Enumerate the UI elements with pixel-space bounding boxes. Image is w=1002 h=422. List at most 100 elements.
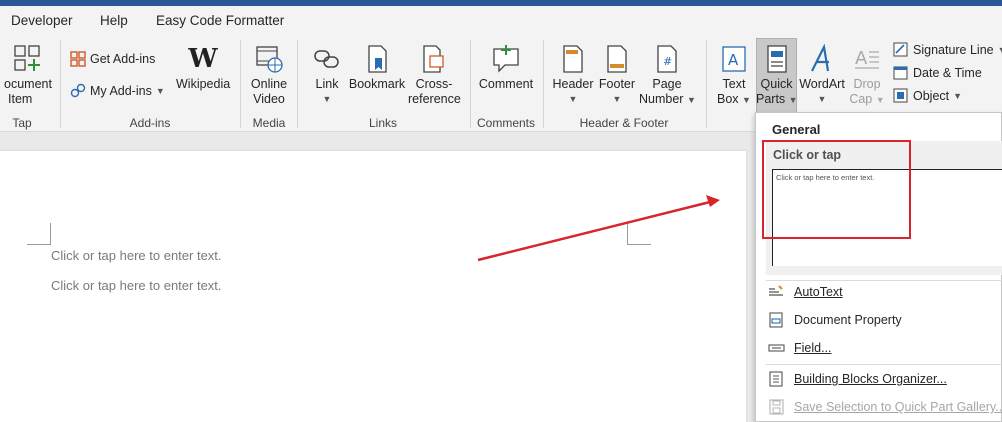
page-number-dropdown-icon: ▼ bbox=[686, 95, 696, 105]
document-item-icon bbox=[14, 45, 40, 71]
document-item-label-1: ocument bbox=[4, 77, 52, 91]
group-label-links: Links bbox=[368, 116, 397, 130]
comment-icon bbox=[493, 45, 519, 73]
text-box-dropdown-icon: ▼ bbox=[742, 95, 751, 105]
footer-dropdown-icon: ▼ bbox=[612, 94, 622, 104]
wordart-label: WordArt bbox=[799, 77, 845, 91]
wordart-button[interactable]: WordArt ▼ bbox=[799, 44, 845, 107]
menu-item-save-selection[interactable]: Save Selection to Quick Part Gallery... bbox=[768, 399, 1002, 415]
cross-reference-button[interactable]: Cross- reference bbox=[408, 44, 461, 107]
footer-icon bbox=[607, 45, 627, 73]
drop-cap-button[interactable]: A Drop Cap ▼ bbox=[848, 44, 886, 108]
svg-text:A: A bbox=[855, 48, 868, 69]
page-number-label-2: Number bbox=[639, 92, 684, 106]
header-button[interactable]: Header ▼ bbox=[551, 44, 595, 107]
group-separator bbox=[470, 40, 471, 128]
online-video-icon bbox=[256, 46, 283, 73]
autotext-label: AutoText bbox=[794, 285, 843, 299]
date-time-button[interactable]: Date & Time bbox=[893, 65, 982, 81]
field-icon bbox=[768, 344, 785, 352]
tab-help[interactable]: Help bbox=[100, 13, 128, 28]
calendar-icon bbox=[893, 66, 908, 80]
link-button[interactable]: Link ▼ bbox=[308, 44, 346, 107]
cross-reference-icon bbox=[423, 45, 444, 73]
object-icon bbox=[893, 88, 908, 103]
link-dropdown-icon: ▼ bbox=[322, 94, 332, 104]
comment-label: Comment bbox=[478, 77, 534, 91]
my-addins-dropdown-icon: ▼ bbox=[155, 86, 165, 96]
text-box-label-2: Box bbox=[717, 92, 739, 106]
svg-text:#: # bbox=[663, 55, 672, 68]
header-dropdown-icon: ▼ bbox=[568, 94, 578, 104]
text-box-label-2-wrap: Box ▼ bbox=[714, 92, 754, 108]
bookmark-label: Bookmark bbox=[348, 77, 406, 91]
store-icon bbox=[70, 51, 86, 67]
bookmark-button[interactable]: Bookmark bbox=[348, 44, 406, 92]
save-selection-label: Save Selection to Quick Part Gallery... bbox=[794, 400, 1002, 414]
group-separator bbox=[240, 40, 241, 128]
page-number-button[interactable]: # Page Number ▼ bbox=[639, 44, 696, 108]
document-property-label: Document Property bbox=[794, 313, 902, 327]
group-separator bbox=[543, 40, 544, 128]
gallery-section-header: General bbox=[772, 122, 821, 137]
get-addins-label: Get Add-ins bbox=[90, 52, 156, 66]
signature-line-icon bbox=[893, 42, 908, 57]
content-control-placeholder-2[interactable]: Click or tap here to enter text. bbox=[51, 278, 222, 293]
quick-parts-label-1: Quick bbox=[760, 77, 793, 91]
building-blocks-label: Building Blocks Organizer... bbox=[794, 372, 947, 386]
building-blocks-icon bbox=[769, 371, 783, 387]
signature-line-dropdown-icon: ▼ bbox=[998, 45, 1002, 55]
menu-item-field[interactable]: Field... bbox=[768, 340, 832, 356]
group-label-media: Media bbox=[252, 116, 286, 130]
drop-cap-label-1: Drop bbox=[853, 77, 881, 91]
group-label-header-footer: Header & Footer bbox=[579, 116, 669, 130]
comment-button[interactable]: Comment bbox=[476, 44, 536, 92]
document-property-icon bbox=[769, 312, 783, 328]
online-video-label-2: Video bbox=[253, 92, 285, 106]
online-video-button[interactable]: Online Video bbox=[246, 44, 292, 107]
signature-line-label: Signature Line bbox=[913, 43, 994, 57]
get-addins-button[interactable]: Get Add-ins bbox=[70, 51, 155, 67]
drop-cap-label-2: Cap bbox=[849, 92, 873, 106]
wordart-dropdown-icon: ▼ bbox=[817, 94, 827, 104]
page-number-label-2-wrap: Number ▼ bbox=[639, 92, 696, 108]
date-time-label: Date & Time bbox=[913, 66, 982, 80]
quick-parts-icon bbox=[766, 45, 787, 73]
text-box-button[interactable]: A Text Box ▼ bbox=[714, 44, 754, 108]
menu-item-building-blocks-organizer[interactable]: Building Blocks Organizer... bbox=[768, 371, 947, 387]
tab-developer[interactable]: Developer bbox=[11, 13, 73, 28]
menu-separator bbox=[766, 280, 1002, 281]
quick-parts-label-2-wrap: Parts ▼ bbox=[756, 92, 798, 108]
menu-item-autotext[interactable]: AutoText bbox=[768, 284, 843, 300]
wikipedia-button[interactable]: W Wikipedia bbox=[176, 44, 230, 92]
autotext-icon bbox=[769, 285, 783, 296]
annotation-highlight-box bbox=[762, 140, 911, 239]
group-separator bbox=[297, 40, 298, 128]
my-addins-button[interactable]: My Add-ins ▼ bbox=[70, 83, 165, 99]
content-control-placeholder-1[interactable]: Click or tap here to enter text. bbox=[51, 248, 222, 263]
cross-reference-label-2: reference bbox=[408, 92, 461, 106]
object-button[interactable]: Object ▼ bbox=[893, 88, 962, 104]
cross-reference-label-1: Cross- bbox=[415, 77, 453, 91]
menu-bar: Developer Help Easy Code Formatter bbox=[0, 6, 1002, 34]
object-label: Object bbox=[913, 89, 950, 103]
footer-button[interactable]: Footer ▼ bbox=[597, 44, 637, 107]
drop-cap-dropdown-icon: ▼ bbox=[875, 95, 885, 105]
quick-parts-button[interactable]: Quick Parts ▼ bbox=[756, 44, 798, 108]
tab-easy-code-formatter[interactable]: Easy Code Formatter bbox=[156, 13, 284, 28]
group-label-addins: Add-ins bbox=[129, 116, 171, 130]
my-addins-icon bbox=[70, 83, 86, 98]
online-video-label-1: Online bbox=[250, 77, 288, 91]
menu-separator bbox=[766, 364, 1002, 365]
header-icon bbox=[563, 45, 583, 73]
page-number-label-1: Page bbox=[652, 77, 682, 91]
drop-cap-icon: A bbox=[855, 48, 879, 69]
document-item-button[interactable]: ocument Item bbox=[0, 44, 52, 107]
crop-mark-top-left bbox=[27, 223, 51, 245]
menu-item-document-property[interactable]: Document Property bbox=[768, 312, 902, 328]
footer-label: Footer bbox=[598, 77, 636, 91]
bookmark-icon bbox=[368, 45, 387, 73]
group-label-tap: Tap bbox=[12, 116, 32, 130]
signature-line-button[interactable]: Signature Line ▼ bbox=[893, 42, 1002, 58]
link-label: Link bbox=[315, 77, 339, 91]
